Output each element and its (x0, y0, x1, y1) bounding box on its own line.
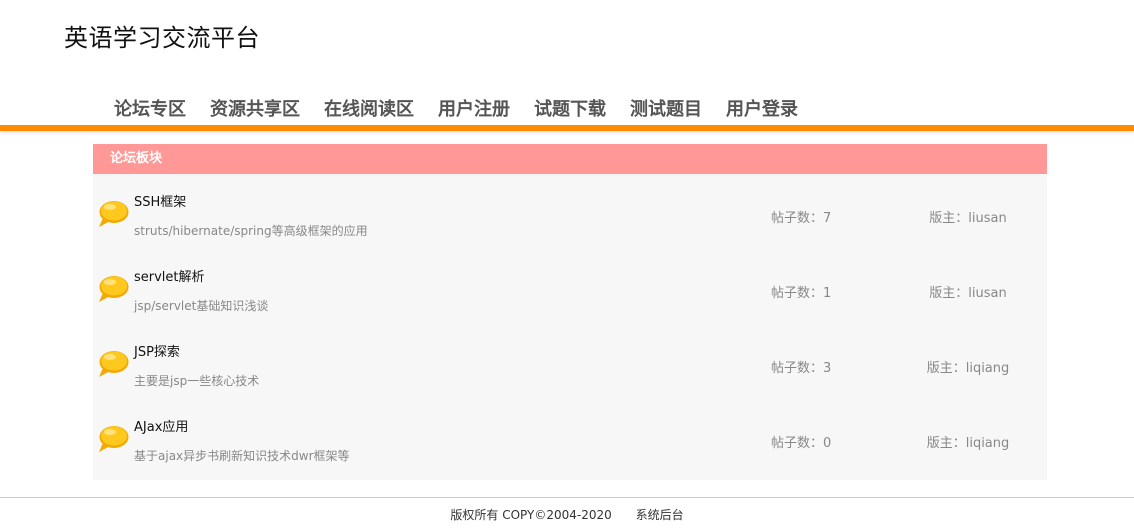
forum-row: servlet解析 jsp/servlet基础知识浅谈 帖子数：1 版主：liu… (93, 249, 1047, 324)
nav-login[interactable]: 用户登录 (714, 96, 810, 124)
moderator: 版主：liusan (929, 211, 1007, 226)
board-header: 论坛板块 (93, 144, 1047, 174)
main-nav: 论坛专区 资源共享区 在线阅读区 用户注册 试题下载 测试题目 用户登录 (102, 96, 810, 124)
site-title: 英语学习交流平台 (64, 24, 260, 52)
post-count: 帖子数：1 (771, 286, 832, 301)
forum-row: JSP探索 主要是jsp一些核心技术 帖子数：3 版主：liqiang (93, 324, 1047, 399)
speech-bubble-icon (99, 201, 129, 227)
post-count: 帖子数：3 (771, 361, 832, 376)
forum-description: struts/hibernate/spring等高级框架的应用 (134, 224, 368, 238)
forum-description: 主要是jsp一些核心技术 (134, 374, 260, 388)
forum-row: SSH框架 struts/hibernate/spring等高级框架的应用 帖子… (93, 174, 1047, 249)
speech-bubble-icon (99, 276, 129, 302)
moderator: 版主：liusan (929, 286, 1007, 301)
moderator: 版主：liqiang (926, 436, 1010, 451)
forum-name-link[interactable]: AJax应用 (134, 416, 188, 435)
moderator: 版主：liqiang (926, 361, 1010, 376)
forum-name-link[interactable]: JSP探索 (134, 341, 180, 360)
forum-description: 基于ajax异步书刷新知识技术dwr框架等 (134, 449, 350, 463)
forum-row: AJax应用 基于ajax异步书刷新知识技术dwr框架等 帖子数：0 版主：li… (93, 399, 1047, 474)
forum-description: jsp/servlet基础知识浅谈 (134, 299, 269, 313)
nav-online-reading[interactable]: 在线阅读区 (312, 96, 426, 124)
speech-bubble-icon (99, 426, 129, 452)
nav-resource-share[interactable]: 资源共享区 (198, 96, 312, 124)
footer: 版权所有 COPY©2004-2020 系统后台 (0, 506, 1134, 523)
footer-divider (0, 497, 1134, 498)
admin-link[interactable]: 系统后台 (636, 508, 684, 522)
forum-name-link[interactable]: SSH框架 (134, 191, 186, 210)
nav-forum[interactable]: 论坛专区 (102, 96, 198, 124)
speech-bubble-icon (99, 351, 129, 377)
copyright-text: 版权所有 COPY©2004-2020 (450, 508, 612, 522)
nav-test-questions[interactable]: 测试题目 (618, 96, 714, 124)
nav-accent-bar (0, 125, 1134, 131)
nav-register[interactable]: 用户注册 (426, 96, 522, 124)
forum-name-link[interactable]: servlet解析 (134, 266, 205, 285)
nav-exam-download[interactable]: 试题下载 (522, 96, 618, 124)
forum-board: 论坛板块 SSH框架 struts/hibernate/spring等高级框架的… (93, 144, 1047, 480)
post-count: 帖子数：7 (771, 211, 832, 226)
post-count: 帖子数：0 (771, 436, 832, 451)
